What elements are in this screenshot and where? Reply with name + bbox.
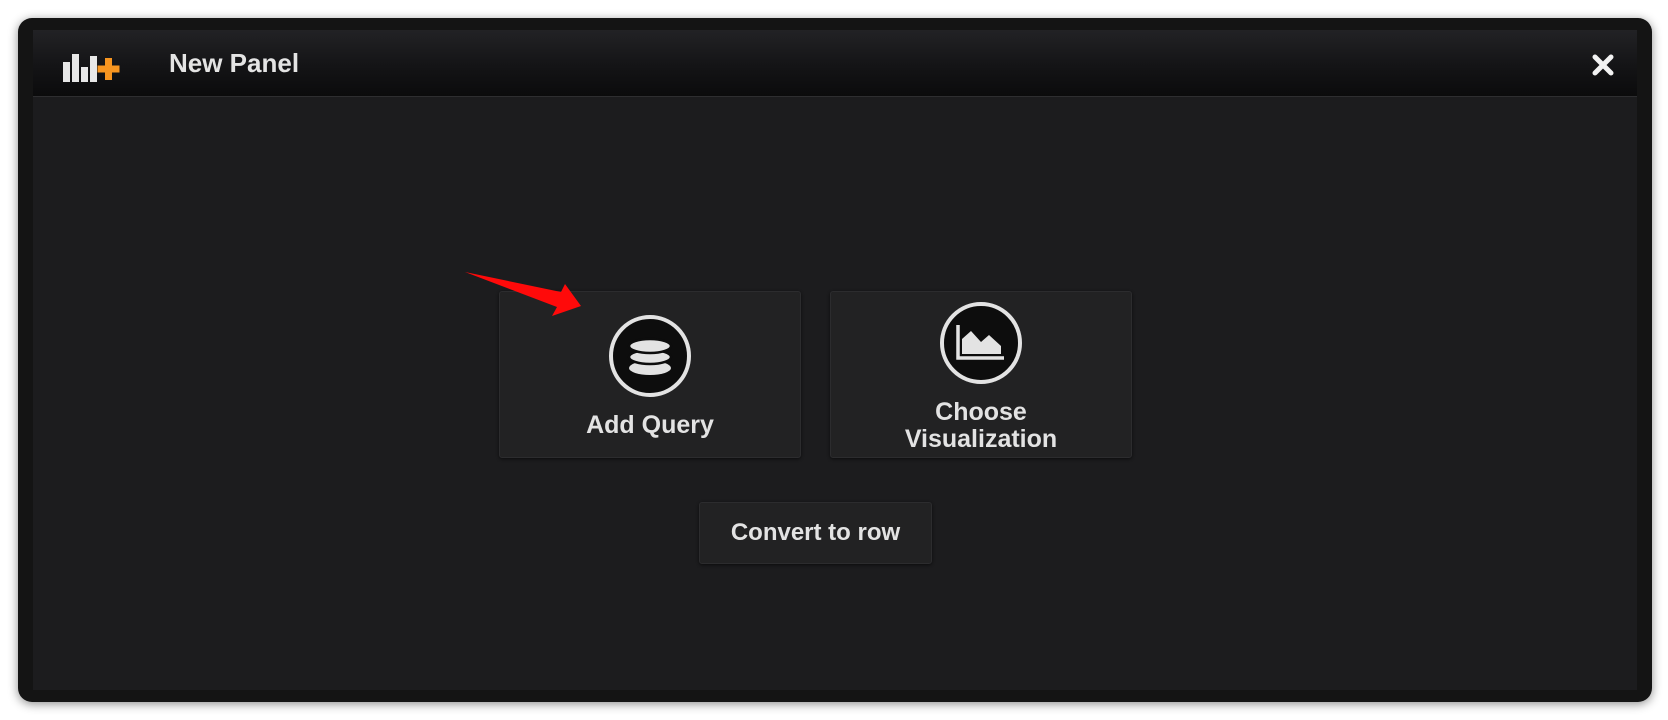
convert-to-row-button[interactable]: Convert to row [699, 502, 932, 564]
panel-add-icon [63, 54, 120, 82]
choose-visualization-label: Choose Visualization [904, 398, 1058, 453]
area-chart-icon [940, 302, 1022, 384]
new-panel: New Panel Add Query Choose Visualization… [33, 30, 1637, 690]
app-window: New Panel Add Query Choose Visualization… [18, 18, 1652, 702]
panel-header: New Panel [33, 30, 1637, 97]
close-icon[interactable] [1589, 51, 1617, 79]
add-query-label: Add Query [586, 411, 714, 439]
choose-visualization-button[interactable]: Choose Visualization [830, 291, 1132, 458]
add-query-button[interactable]: Add Query [499, 291, 801, 458]
database-icon [609, 315, 691, 397]
panel-title: New Panel [169, 48, 300, 78]
